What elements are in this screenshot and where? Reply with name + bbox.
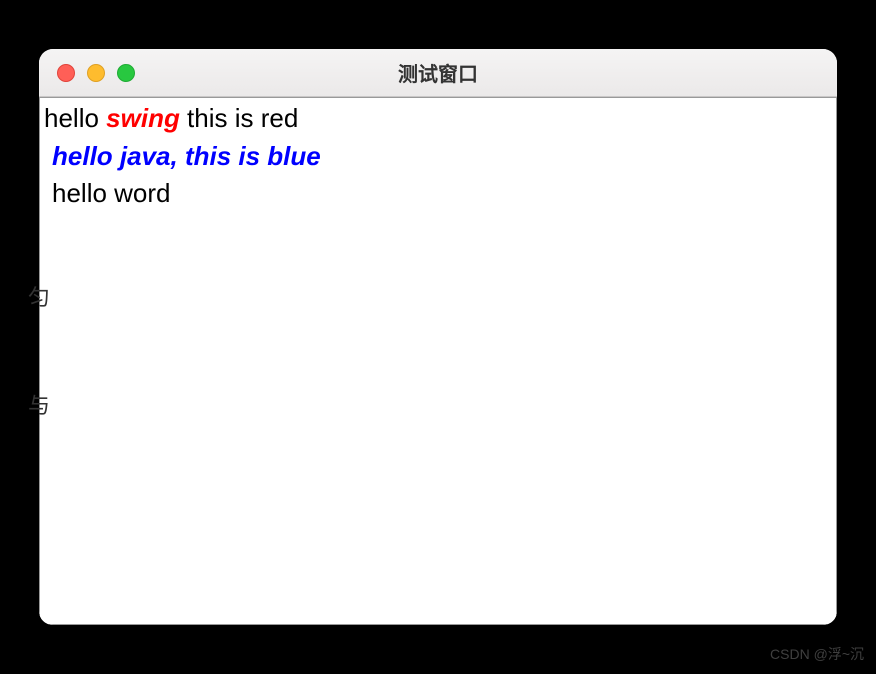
line1-part-c: this is red — [180, 103, 299, 133]
close-button[interactable] — [57, 64, 75, 82]
minimize-button[interactable] — [87, 64, 105, 82]
line1-part-b: swing — [106, 103, 180, 133]
watermark: CSDN @浮~沉 — [770, 644, 864, 664]
cropped-background-text: 匀 与 — [28, 280, 42, 420]
crop-char-bottom: 与 — [28, 388, 42, 420]
text-line-2: hello java, this is blue — [44, 138, 832, 176]
titlebar[interactable]: 测试窗口 — [39, 49, 837, 97]
maximize-button[interactable] — [117, 64, 135, 82]
line1-part-a: hello — [44, 103, 106, 133]
traffic-lights — [39, 64, 135, 82]
crop-char-top: 匀 — [28, 280, 42, 312]
application-window: 测试窗口 hello swing this is red hello java,… — [39, 49, 837, 625]
window-title: 测试窗口 — [39, 58, 837, 87]
text-line-3: hello word — [44, 175, 832, 213]
text-pane[interactable]: hello swing this is red hello java, this… — [39, 97, 837, 625]
text-line-1: hello swing this is red — [44, 100, 832, 138]
